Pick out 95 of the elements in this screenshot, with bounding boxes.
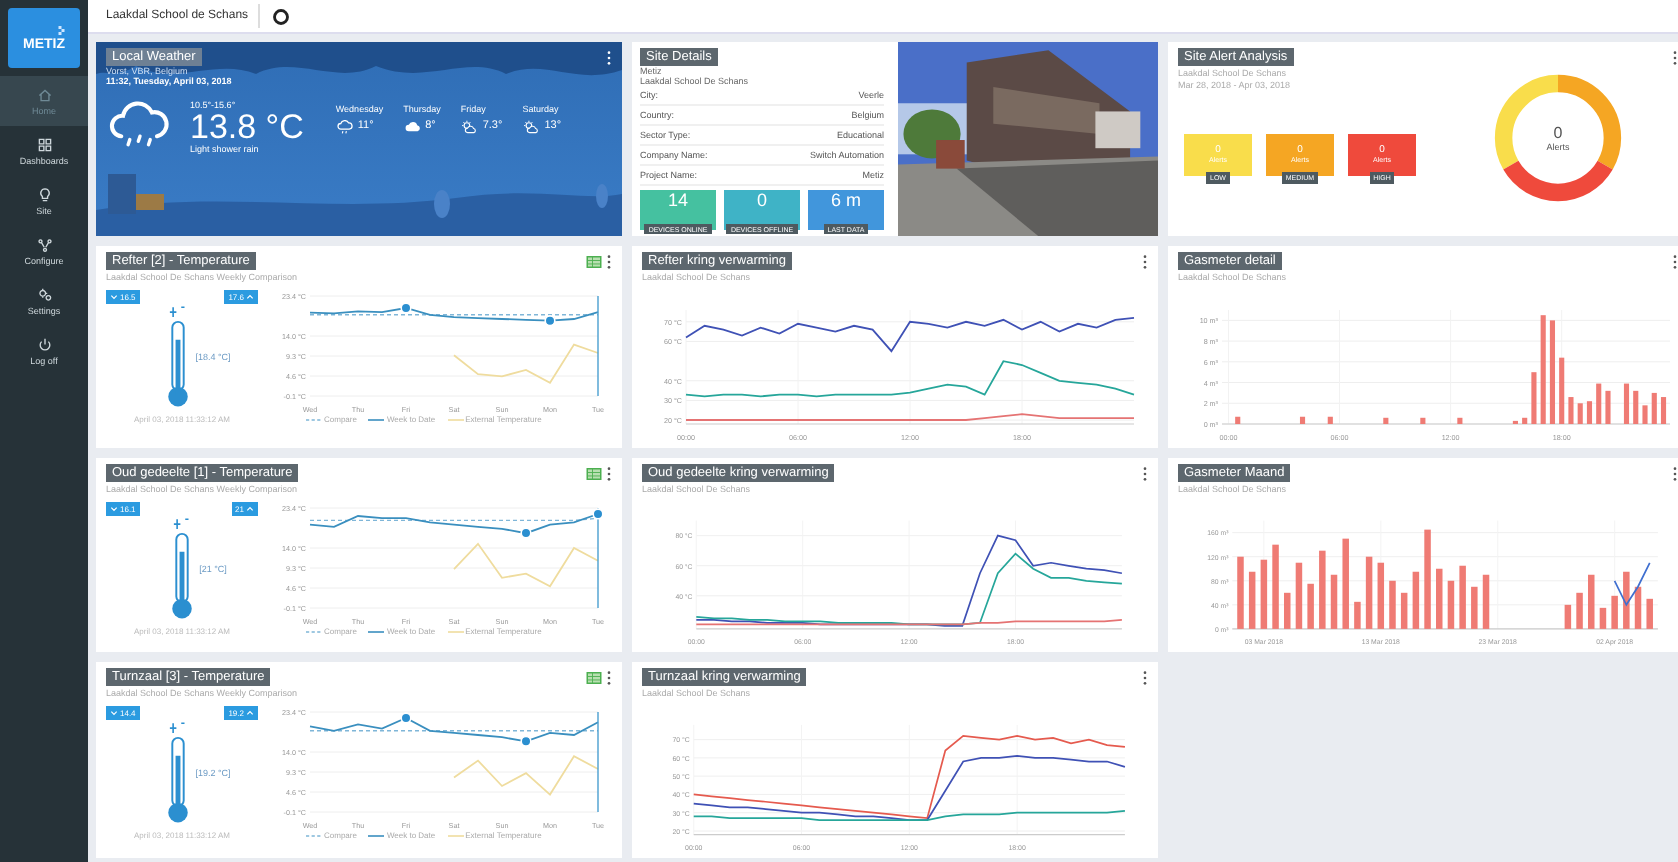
chart-bar [1623,571,1630,629]
chart-bar [1447,580,1455,629]
chart-bar [1559,357,1565,424]
current-time-line [597,295,599,397]
chart-bar [1319,550,1326,629]
chart-bar [1457,417,1463,424]
chart-bar [1412,571,1420,629]
chart-bar [1295,562,1303,629]
chart-bar [1660,397,1667,424]
donut-drawing [1490,70,1626,206]
chart-bar [1459,565,1466,629]
more-options-icon[interactable] [1142,465,1148,481]
chart-bar [1482,574,1490,629]
chart-bar [1237,556,1244,629]
extreme-marker [520,527,532,539]
more-options-icon[interactable] [1672,49,1678,65]
extreme-marker [520,735,532,747]
legend-line-icon [447,833,464,837]
chart-bar [1424,529,1431,629]
chart-bar [1634,586,1642,629]
power-icon [35,336,53,354]
chart-bar [1330,574,1338,629]
sun-cloud-icon [522,119,541,133]
chart-bar [1540,315,1546,424]
legend-line-icon [306,629,322,633]
chart-bar [1611,595,1618,629]
legend-line-icon [368,417,385,421]
chart-bar [1588,574,1595,629]
more-options-icon[interactable] [606,669,612,685]
chart-bar [1235,416,1241,424]
chart-bar [1623,383,1630,424]
chart-bar [1531,372,1537,424]
total-alerts: 0 [1553,124,1563,142]
cloud-icon [403,119,422,133]
stat-value: 0 [756,190,767,212]
chart-bar [1646,598,1653,629]
more-options-icon[interactable] [606,465,612,481]
loading-ring-icon [272,7,291,25]
more-options-icon[interactable] [1672,465,1678,481]
rain-cloud-icon [335,119,354,133]
chart-bar [1599,607,1607,629]
more-options-icon[interactable] [606,253,612,269]
more-options-icon[interactable] [1142,253,1148,269]
more-options-icon[interactable] [1672,253,1678,269]
grid-icon [35,136,53,154]
chart-bar [1596,383,1602,424]
chart-bar [1576,592,1583,629]
home-icon [35,86,53,104]
chart-bar [1272,544,1279,629]
chart-bar [1354,601,1361,629]
chart-bar [1564,604,1572,629]
legend-line-icon [306,833,322,837]
chart-bar [1342,538,1349,629]
stat-value: 6 m [830,190,861,212]
chart-bar [1389,580,1396,629]
gear-icon [35,286,53,304]
chart-bar [1248,571,1256,629]
extreme-marker [400,712,412,724]
chart-bar [1642,405,1648,424]
chart-bar [1365,556,1373,629]
bulb-icon [35,186,53,204]
extreme-marker [400,302,412,314]
chart-bar [1568,397,1574,424]
chart-bar [1471,586,1478,629]
stat-value: 14 [667,190,688,212]
more-options-icon[interactable] [1142,669,1148,685]
chart-bar [1383,417,1389,424]
chart-bar [1260,559,1268,629]
chart-bar [1522,417,1528,424]
legend-line-icon [447,629,464,633]
chart-bar [1651,392,1657,424]
legend-line-icon [368,629,385,633]
chart-bar [1577,403,1583,424]
chart-bar [1307,583,1314,629]
chart-bar [1549,320,1555,424]
extreme-marker [544,315,556,327]
chart-bar [1284,592,1291,629]
chart-bar [1633,390,1639,424]
more-options-icon[interactable] [606,49,612,65]
legend-line-icon [368,833,385,837]
current-temperature: 13.8 °C [190,109,304,143]
extreme-marker [592,508,604,520]
chart-bar [1420,417,1426,424]
network-icon [35,236,53,254]
sun-cloud-icon [460,119,479,133]
chart-bar [1327,416,1333,424]
chart-bar [1436,568,1443,629]
current-time-line [597,711,599,813]
chart-bar [1400,592,1408,629]
chart-bar [1586,401,1593,424]
legend-line-icon [447,417,464,421]
chart-bar [1299,416,1306,424]
legend-line-icon [306,417,322,421]
chart-bar [1377,562,1385,629]
chart-bar [1605,390,1611,424]
